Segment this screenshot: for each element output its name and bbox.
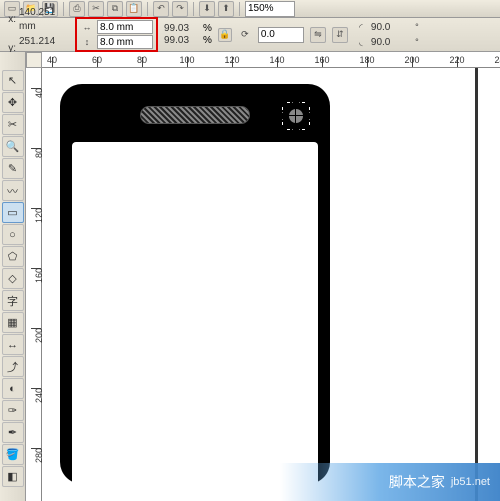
- interactive-fill-tool[interactable]: ◧: [2, 466, 24, 487]
- lock-ratio-icon[interactable]: 🔒: [218, 28, 232, 42]
- ruler-tick-label: 180: [359, 55, 374, 65]
- drawing-canvas[interactable]: [42, 68, 500, 501]
- resize-handle[interactable]: [293, 126, 300, 133]
- ruler-tick-label: 100: [179, 55, 194, 65]
- zoom-tool[interactable]: 🔍: [2, 136, 24, 157]
- scale-x: 99.03: [164, 23, 200, 34]
- horizontal-ruler[interactable]: 40 60 80 100 120 140 160 180 200 220 240: [42, 52, 500, 68]
- watermark: 脚本之家 jb51.net: [280, 463, 500, 501]
- angle2: 90.0: [371, 37, 407, 48]
- scale-y: 99.03: [164, 35, 200, 46]
- table-tool[interactable]: ▦: [2, 312, 24, 333]
- eyedropper-tool[interactable]: ✑: [2, 400, 24, 421]
- height-icon: ↕: [80, 35, 94, 49]
- height-input[interactable]: [97, 35, 153, 49]
- ruler-tick-label: 140: [269, 55, 284, 65]
- ruler-tick-label: 120: [224, 55, 239, 65]
- ruler-tick-label: 200: [404, 55, 419, 65]
- angle1: 90.0: [371, 22, 407, 33]
- ruler-tick-label: 40: [47, 55, 57, 65]
- resize-handle[interactable]: [279, 126, 286, 133]
- corner-icon: ◟: [354, 35, 368, 49]
- crop-tool[interactable]: ✂: [2, 114, 24, 135]
- ruler-tick-label: 160: [314, 55, 329, 65]
- vertical-ruler[interactable]: 4080120160200240280: [26, 68, 42, 501]
- fill-tool[interactable]: 🪣: [2, 444, 24, 465]
- rotation-icon: ⟳: [238, 28, 252, 42]
- degree-icon: °: [410, 35, 424, 49]
- width-input[interactable]: [97, 20, 153, 34]
- watermark-site: 脚本之家: [389, 472, 445, 492]
- page-shadow: [475, 68, 478, 501]
- freehand-tool[interactable]: ✎: [2, 158, 24, 179]
- resize-handle[interactable]: [306, 99, 313, 106]
- rectangle-tool[interactable]: ▭: [2, 202, 24, 223]
- watermark-url: jb51.net: [451, 476, 490, 488]
- separator: [239, 2, 240, 16]
- resize-handle[interactable]: [279, 99, 286, 106]
- separator: [193, 2, 194, 16]
- ruler-origin[interactable]: [26, 52, 42, 68]
- export-icon[interactable]: ⬆: [218, 1, 234, 17]
- corner-icon: ◜: [354, 20, 368, 34]
- ruler-tick-label: 80: [137, 55, 147, 65]
- basic-shapes-tool[interactable]: ◇: [2, 268, 24, 289]
- ruler-tick-label: 240: [494, 55, 500, 65]
- interactive-tool[interactable]: ◐: [2, 378, 24, 399]
- percent-label: %: [203, 35, 212, 46]
- text-tool[interactable]: 字: [2, 290, 24, 311]
- toolbox: ↖ ✥ ✂ 🔍 ✎ 〰 ▭ ○ ⬠ ◇ 字 ▦ ↔ ⤴ ◐ ✑ ✒ 🪣 ◧: [0, 52, 26, 501]
- resize-handle[interactable]: [279, 113, 286, 120]
- property-bar: x:140.251 mm y:251.214 mm ↔ ↕ 99.03% 99.…: [0, 18, 500, 52]
- separator: [147, 2, 148, 16]
- main-toolbar: ▭ 📁 💾 ⎙ ✂ ⧉ 📋 ↶ ↷ ⬇ ⬆: [0, 0, 500, 18]
- mirror-h-icon[interactable]: ⇋: [310, 27, 326, 43]
- percent-label: %: [203, 23, 212, 34]
- selected-ellipse[interactable]: [282, 102, 310, 130]
- resize-handle[interactable]: [306, 113, 313, 120]
- corner-block: ◜90.0° ◟90.0°: [354, 20, 424, 49]
- undo-icon[interactable]: ↶: [153, 1, 169, 17]
- paste-icon[interactable]: 📋: [126, 1, 142, 17]
- shape-tool[interactable]: ✥: [2, 92, 24, 113]
- connector-tool[interactable]: ⤴: [2, 356, 24, 377]
- x-value: 140.251 mm: [19, 6, 69, 34]
- size-block-highlighted: ↔ ↕: [75, 17, 158, 52]
- mirror-v-icon[interactable]: ⇵: [332, 27, 348, 43]
- pick-tool[interactable]: ↖: [2, 70, 24, 91]
- cut-icon[interactable]: ✂: [88, 1, 104, 17]
- x-label: x:: [4, 13, 16, 27]
- phone-shape[interactable]: [60, 84, 330, 484]
- zoom-input[interactable]: [245, 1, 295, 17]
- resize-handle[interactable]: [306, 126, 313, 133]
- width-icon: ↔: [80, 20, 94, 34]
- phone-speaker[interactable]: [140, 106, 250, 124]
- scale-block: 99.03% 99.03%: [164, 23, 212, 46]
- phone-screen[interactable]: [72, 142, 318, 484]
- rotation-input[interactable]: [258, 27, 304, 43]
- dimension-tool[interactable]: ↔: [2, 334, 24, 355]
- copy-icon[interactable]: ⧉: [107, 1, 123, 17]
- degree-icon: °: [410, 20, 424, 34]
- import-icon[interactable]: ⬇: [199, 1, 215, 17]
- resize-handle[interactable]: [293, 99, 300, 106]
- smart-draw-tool[interactable]: 〰: [2, 180, 24, 201]
- outline-tool[interactable]: ✒: [2, 422, 24, 443]
- polygon-tool[interactable]: ⬠: [2, 246, 24, 267]
- ruler-tick-label: 220: [449, 55, 464, 65]
- print-icon[interactable]: ⎙: [69, 1, 85, 17]
- selection-center-icon: [293, 113, 299, 119]
- ellipse-tool[interactable]: ○: [2, 224, 24, 245]
- ruler-tick-label: 60: [92, 55, 102, 65]
- redo-icon[interactable]: ↷: [172, 1, 188, 17]
